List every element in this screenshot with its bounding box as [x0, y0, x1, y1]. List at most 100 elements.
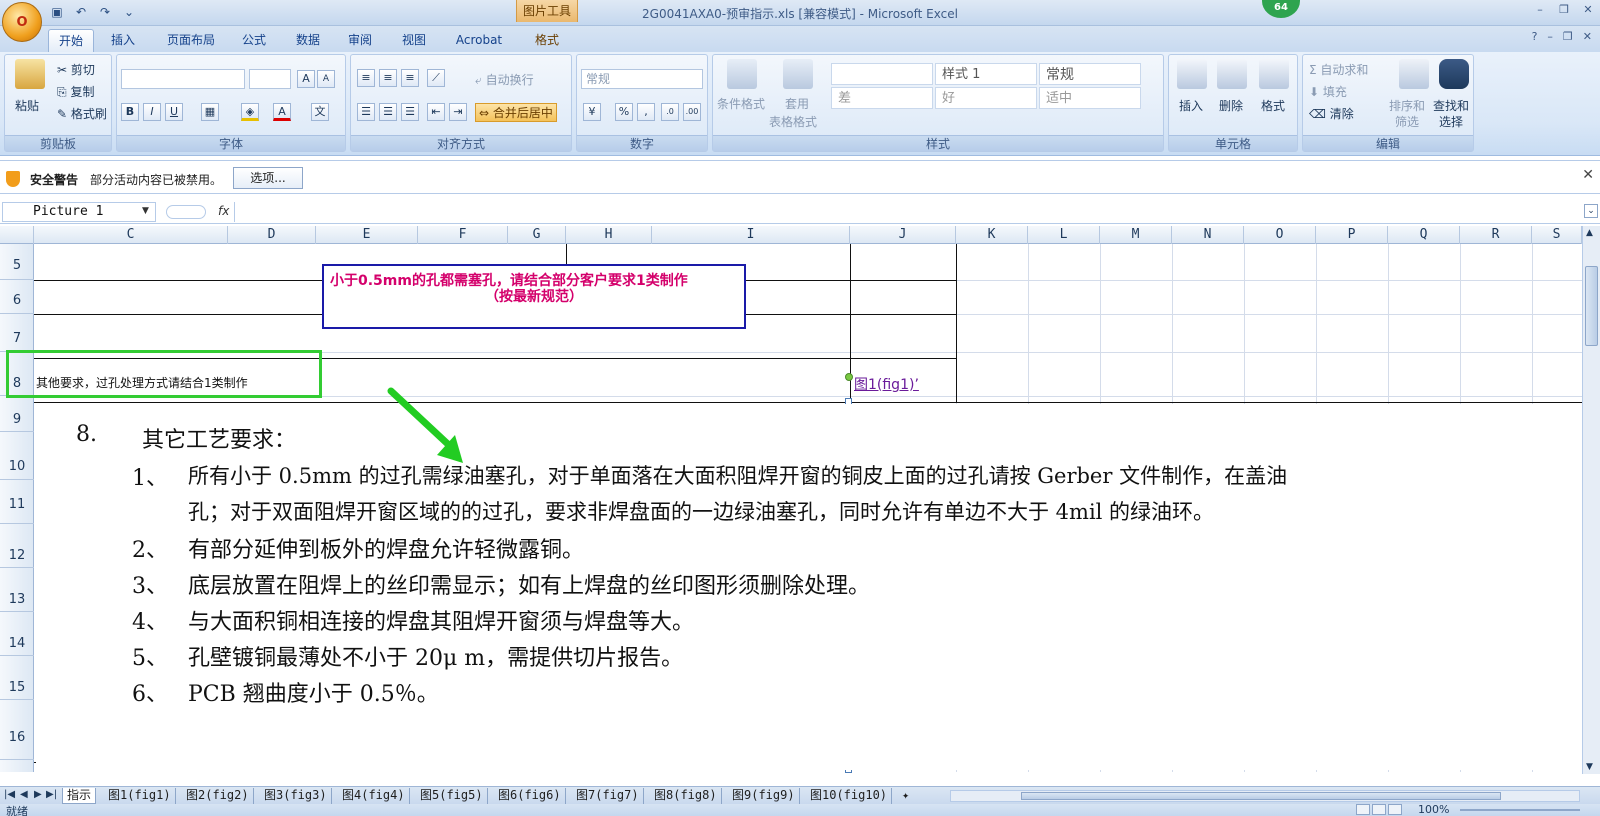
sheet-tab-fig2[interactable]: 图2(fig2): [182, 788, 254, 804]
last-sheet-icon[interactable]: ▶|: [46, 789, 57, 800]
font-name-combo[interactable]: [121, 69, 245, 89]
close-icon[interactable]: ✕: [1580, 2, 1596, 18]
row-header-12[interactable]: 12: [0, 524, 34, 568]
insert-sheet-icon[interactable]: ✦: [898, 788, 918, 804]
align-middle-icon[interactable]: ≡: [379, 69, 397, 87]
sheet-tab-fig3[interactable]: 图3(fig3): [260, 788, 332, 804]
column-header-g[interactable]: G: [508, 226, 566, 244]
ribbon-restore-icon[interactable]: ❐: [1563, 30, 1573, 43]
style-1[interactable]: 样式 1: [935, 63, 1037, 85]
row-header-14[interactable]: 14: [0, 612, 34, 656]
name-box-dropdown-icon[interactable]: ▼: [142, 206, 149, 216]
conditional-format-button[interactable]: 条件格式: [717, 95, 765, 112]
grow-font-button[interactable]: A: [297, 70, 315, 88]
fx-icon[interactable]: fx: [218, 204, 229, 218]
column-header-n[interactable]: N: [1172, 226, 1244, 244]
row-header-5[interactable]: 5: [0, 244, 34, 280]
sheet-tab-instructions[interactable]: 指示: [62, 788, 97, 804]
percent-button[interactable]: %: [615, 103, 633, 121]
format-painter-button[interactable]: ✎ 格式刷: [57, 105, 107, 122]
style-normal[interactable]: 常规: [1039, 63, 1141, 85]
sheet-tab-fig10[interactable]: 图10(fig10): [806, 788, 893, 804]
column-header-r[interactable]: R: [1460, 226, 1532, 244]
minimize-icon[interactable]: –: [1532, 2, 1548, 18]
delete-cells-icon[interactable]: [1217, 59, 1247, 89]
ribbon-minimize-icon[interactable]: –: [1547, 30, 1553, 43]
row-header-11[interactable]: 11: [0, 480, 34, 524]
style-normal-blank[interactable]: [831, 63, 933, 85]
tab-format[interactable]: 格式: [526, 29, 568, 52]
increase-decimal-icon[interactable]: .0: [661, 103, 679, 121]
decrease-decimal-icon[interactable]: .00: [683, 103, 701, 121]
vertical-scrollbar[interactable]: ▲ ▼: [1582, 226, 1600, 774]
horizontal-scroll-thumb[interactable]: [1021, 792, 1501, 800]
scroll-up-icon[interactable]: ▲: [1586, 228, 1593, 238]
horizontal-scrollbar[interactable]: [950, 790, 1580, 802]
clear-button[interactable]: ⌫ 清除: [1309, 105, 1354, 122]
other-requirements-cell[interactable]: 其他要求，过孔处理方式请结合1类制作: [36, 374, 248, 391]
underline-button[interactable]: U: [165, 103, 183, 121]
zoom-level[interactable]: 100%: [1418, 803, 1449, 816]
number-format-combo[interactable]: 常规: [581, 69, 703, 89]
column-header-e[interactable]: E: [316, 226, 418, 244]
column-header-f[interactable]: F: [418, 226, 508, 244]
formula-resize-handle[interactable]: [166, 205, 206, 219]
next-sheet-icon[interactable]: ▶: [34, 789, 42, 800]
decrease-indent-icon[interactable]: ⇤: [427, 103, 445, 121]
zoom-slider[interactable]: [1460, 809, 1580, 811]
name-box[interactable]: Picture 1: [2, 202, 156, 222]
tab-formulas[interactable]: 公式: [236, 29, 272, 52]
tab-view[interactable]: 视图: [396, 29, 432, 52]
bold-button[interactable]: B: [121, 103, 139, 121]
formula-input[interactable]: [234, 202, 1580, 222]
cut-button[interactable]: ✂ 剪切: [57, 61, 95, 78]
table-format-button[interactable]: 套用: [785, 95, 809, 112]
delete-cells-button[interactable]: 删除: [1219, 97, 1243, 114]
column-header-q[interactable]: Q: [1388, 226, 1460, 244]
sort-filter-icon[interactable]: [1399, 59, 1429, 89]
close-icon[interactable]: ✕: [1582, 167, 1594, 183]
sheet-tab-fig9[interactable]: 图9(fig9): [728, 788, 800, 804]
italic-button[interactable]: I: [143, 103, 161, 121]
sheet-tab-fig7[interactable]: 图7(fig7): [572, 788, 644, 804]
scroll-down-icon[interactable]: ▼: [1586, 762, 1593, 772]
select-all-corner[interactable]: [0, 226, 34, 244]
merge-center-button[interactable]: ⇔ 合并后居中: [475, 103, 557, 122]
row-header-16[interactable]: 16: [0, 700, 34, 760]
row-header-10[interactable]: 10: [0, 432, 34, 480]
vertical-scroll-thumb[interactable]: [1585, 266, 1598, 346]
row-header-9[interactable]: 9: [0, 396, 34, 432]
fig1-hyperlink[interactable]: 图1(fig1)’: [854, 374, 919, 394]
column-header-l[interactable]: L: [1028, 226, 1100, 244]
tab-page-layout[interactable]: 页面布局: [158, 29, 224, 52]
sheet-tab-fig8[interactable]: 图8(fig8): [650, 788, 722, 804]
prev-sheet-icon[interactable]: ◀: [20, 789, 28, 800]
column-header-p[interactable]: P: [1316, 226, 1388, 244]
expand-formula-icon[interactable]: ⌄: [1584, 204, 1598, 218]
currency-icon[interactable]: ¥: [583, 103, 601, 121]
shrink-font-button[interactable]: A: [317, 70, 335, 88]
binoculars-icon[interactable]: [1439, 59, 1469, 89]
insert-cells-icon[interactable]: [1177, 59, 1207, 89]
ribbon-close-icon[interactable]: ✕: [1583, 30, 1592, 43]
page-break-view-icon[interactable]: [1388, 804, 1402, 815]
format-cells-icon[interactable]: [1259, 59, 1289, 89]
help-icon[interactable]: ?: [1532, 30, 1538, 43]
tab-data[interactable]: 数据: [290, 29, 326, 52]
office-button[interactable]: O: [2, 2, 42, 42]
tab-acrobat[interactable]: Acrobat: [448, 29, 510, 52]
sheet-tab-fig6[interactable]: 图6(fig6): [494, 788, 566, 804]
autosum-button[interactable]: Σ 自动求和: [1309, 61, 1368, 78]
restore-icon[interactable]: ❐: [1556, 2, 1572, 18]
align-bottom-icon[interactable]: ≡: [401, 69, 419, 87]
paste-button[interactable]: 粘贴: [15, 97, 39, 114]
tab-home[interactable]: 开始: [48, 29, 94, 52]
row-header-13[interactable]: 13: [0, 568, 34, 612]
note-text-box[interactable]: 小于0.5mm的孔都需塞孔，请结合部分客户要求1类制作 （按最新规范）: [322, 264, 746, 329]
column-header-s[interactable]: S: [1532, 226, 1582, 244]
column-header-i[interactable]: I: [652, 226, 850, 244]
rotation-handle[interactable]: [845, 373, 853, 381]
style-good[interactable]: 好: [935, 87, 1037, 109]
sheet-tab-fig5[interactable]: 图5(fig5): [416, 788, 488, 804]
column-header-h[interactable]: H: [566, 226, 652, 244]
